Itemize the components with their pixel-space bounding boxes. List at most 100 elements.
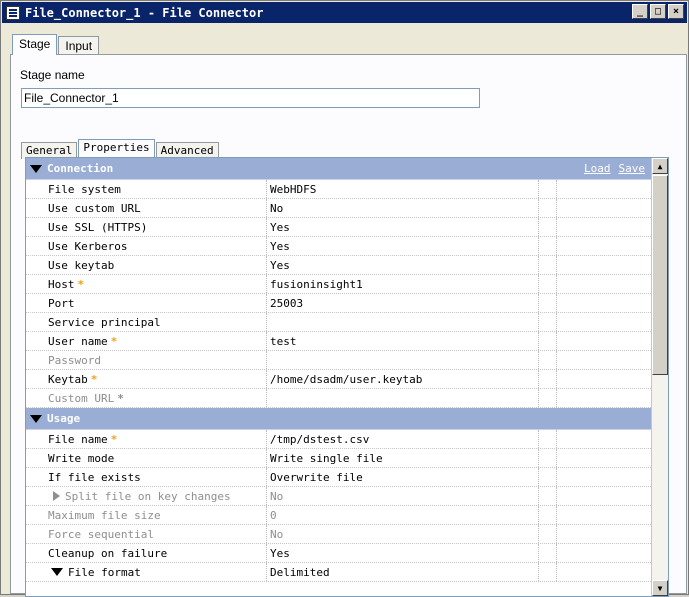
property-value[interactable]: /tmp/dstest.csv: [267, 430, 539, 448]
property-name-text: Custom URL: [48, 392, 115, 405]
property-name-text: Split file on key changes: [65, 490, 231, 503]
property-row[interactable]: File name * /tmp/dstest.csv: [26, 430, 651, 449]
row-cell-gap: [539, 313, 557, 331]
title-bar[interactable]: File_Connector_1 - File Connector _ □ ×: [2, 2, 687, 23]
property-value[interactable]: Delimited: [267, 563, 539, 581]
property-value[interactable]: Yes: [267, 256, 539, 274]
row-cell-gap: [539, 256, 557, 274]
properties-grid-body: Connection Load Save File system WebHDFS Use …: [26, 158, 651, 582]
property-name-text: Keytab: [48, 373, 88, 386]
property-name: Service principal: [26, 313, 267, 331]
property-value[interactable]: No: [267, 199, 539, 217]
property-row[interactable]: Service principal: [26, 313, 651, 332]
tab-properties[interactable]: Properties: [78, 139, 155, 159]
minimize-button[interactable]: _: [632, 4, 648, 19]
row-cell-rest: [557, 544, 651, 562]
property-row[interactable]: File system WebHDFS: [26, 180, 651, 199]
row-cell-gap: [539, 370, 557, 388]
tab-stage[interactable]: Stage: [12, 34, 58, 55]
row-cell-rest: [557, 332, 651, 350]
required-star-icon: *: [110, 335, 118, 348]
row-cell-gap: [539, 294, 557, 312]
row-cell-rest: [557, 563, 651, 581]
property-row[interactable]: Password: [26, 351, 651, 370]
property-row[interactable]: Use keytab Yes: [26, 256, 651, 275]
property-row[interactable]: File format Delimited: [26, 563, 651, 582]
row-cell-rest: [557, 525, 651, 543]
row-cell-rest: [557, 218, 651, 236]
property-name-text: Port: [48, 297, 75, 310]
scroll-up-icon[interactable]: ▲: [652, 158, 668, 174]
property-name-text: File format: [68, 566, 141, 579]
property-value[interactable]: fusioninsight1: [267, 275, 539, 293]
property-name: Write mode: [26, 449, 267, 467]
property-name-text: Use custom URL: [48, 202, 141, 215]
expand-triangle-icon[interactable]: [53, 491, 60, 501]
property-value: No: [267, 487, 539, 505]
collapse-triangle-icon[interactable]: [30, 414, 42, 423]
property-name: Host *: [26, 275, 267, 293]
property-name-text: Service principal: [48, 316, 161, 329]
required-star-icon: *: [110, 433, 118, 446]
property-value[interactable]: Write single file: [267, 449, 539, 467]
save-link[interactable]: Save: [619, 162, 646, 175]
property-value[interactable]: /home/dsadm/user.keytab: [267, 370, 539, 388]
property-name: If file exists: [26, 468, 267, 486]
property-value[interactable]: WebHDFS: [267, 180, 539, 198]
property-name-text: File name: [48, 433, 108, 446]
close-button[interactable]: ×: [668, 4, 684, 19]
property-value[interactable]: Yes: [267, 218, 539, 236]
scroll-down-icon[interactable]: ▼: [652, 580, 668, 596]
property-value[interactable]: Yes: [267, 544, 539, 562]
property-name: Custom URL *: [26, 389, 267, 407]
collapse-triangle-icon[interactable]: [30, 164, 42, 173]
row-cell-rest: [557, 275, 651, 293]
property-value[interactable]: 25003: [267, 294, 539, 312]
property-name-text: Maximum file size: [48, 509, 161, 522]
load-link[interactable]: Load: [584, 162, 611, 175]
property-row[interactable]: Use custom URL No: [26, 199, 651, 218]
property-row[interactable]: Use SSL (HTTPS) Yes: [26, 218, 651, 237]
property-row[interactable]: Port 25003: [26, 294, 651, 313]
property-name: Keytab *: [26, 370, 267, 388]
property-value[interactable]: test: [267, 332, 539, 350]
row-cell-gap: [539, 199, 557, 217]
scroll-thumb[interactable]: [652, 175, 668, 375]
property-row[interactable]: Maximum file size 0: [26, 506, 651, 525]
section-connection[interactable]: Connection Load Save: [26, 158, 651, 180]
property-name: Force sequential: [26, 525, 267, 543]
row-cell-gap: [539, 563, 557, 581]
row-cell-rest: [557, 313, 651, 331]
property-row[interactable]: Use Kerberos Yes: [26, 237, 651, 256]
property-value: No: [267, 525, 539, 543]
property-row[interactable]: Keytab */home/dsadm/user.keytab: [26, 370, 651, 389]
property-value[interactable]: [267, 313, 539, 331]
row-cell-gap: [539, 237, 557, 255]
property-value[interactable]: Overwrite file: [267, 468, 539, 486]
property-name-text: User name: [48, 335, 108, 348]
property-row[interactable]: Cleanup on failure Yes: [26, 544, 651, 563]
property-row[interactable]: Host * fusioninsight1: [26, 275, 651, 294]
required-star-icon: *: [90, 373, 98, 386]
row-cell-rest: [557, 389, 651, 407]
property-row[interactable]: If file exists Overwrite file: [26, 468, 651, 487]
property-row[interactable]: User name * test: [26, 332, 651, 351]
property-name: Maximum file size: [26, 506, 267, 524]
property-value[interactable]: Yes: [267, 237, 539, 255]
property-name-text: If file exists: [48, 471, 141, 484]
section-usage[interactable]: Usage: [26, 408, 651, 430]
vertical-scrollbar[interactable]: ▲ ▼: [651, 158, 668, 596]
stage-name-input[interactable]: File_Connector_1: [21, 88, 480, 108]
collapse-triangle-icon[interactable]: [51, 568, 63, 576]
property-name-text: Use Kerberos: [48, 240, 128, 253]
properties-grid: Connection Load Save File system WebHDFS Use …: [25, 157, 669, 597]
property-row[interactable]: Force sequential No: [26, 525, 651, 544]
property-row[interactable]: Custom URL *: [26, 389, 651, 408]
row-cell-gap: [539, 389, 557, 407]
property-value: 0: [267, 506, 539, 524]
maximize-button[interactable]: □: [650, 4, 666, 19]
property-row[interactable]: Split file on key changes No: [26, 487, 651, 506]
tab-input[interactable]: Input: [58, 36, 100, 55]
property-name: Port: [26, 294, 267, 312]
property-row[interactable]: Write mode Write single file: [26, 449, 651, 468]
